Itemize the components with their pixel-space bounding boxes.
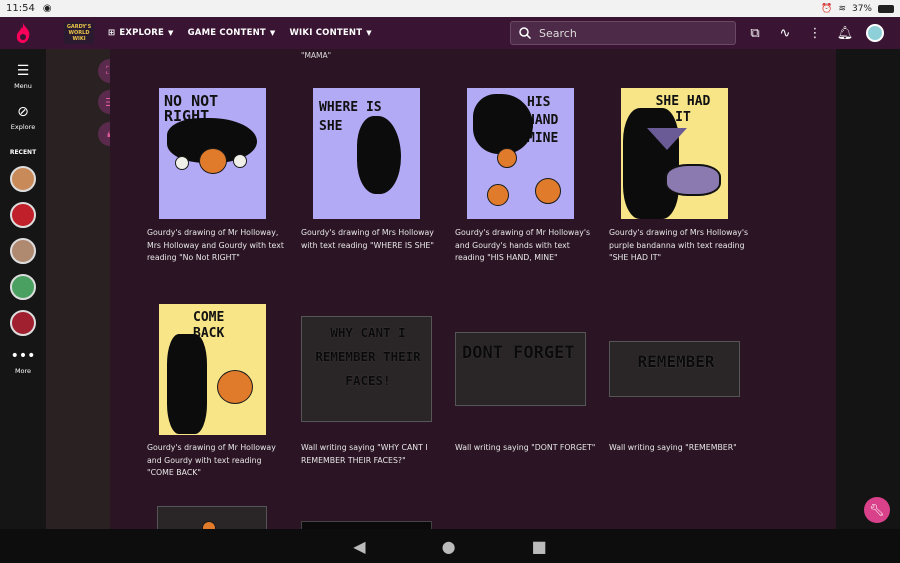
recent-wiki-avatar[interactable] [10, 274, 36, 300]
nav-game-content[interactable]: GAME CONTENT ▼ [188, 28, 276, 38]
rail-menu-label: Menu [14, 82, 32, 90]
activity-icon[interactable]: ∿ [770, 26, 800, 41]
more-options-icon[interactable]: ⋮ [800, 26, 830, 41]
wrench-tools-icon[interactable]: 🔧︎ [864, 497, 890, 523]
gallery-caption: Gourdy's drawing of Mrs Holloway with te… [301, 228, 434, 250]
recent-wiki-avatar[interactable] [10, 238, 36, 264]
status-time: 11:54 [6, 3, 35, 14]
gallery-image-partial[interactable] [301, 521, 432, 529]
gallery-image-partial[interactable] [157, 506, 267, 529]
gallery-caption: Gourdy's drawing of Mr Holloway and Gour… [147, 443, 276, 477]
art-text: DONT FORGET [462, 343, 575, 363]
top-navigation: GARDY'S WORLD WIKI ⊞ EXPLORE ▼ GAME CONT… [0, 17, 900, 49]
art-text: REMEMBER [637, 352, 715, 371]
rail-more-label: More [14, 367, 32, 375]
gallery-caption: Wall writing saying "DONT FORGET" [455, 443, 596, 452]
gallery-image-she-had-it[interactable]: SHE HAD IT [621, 88, 728, 219]
gallery-image-come-back[interactable]: COME BACK [159, 304, 266, 435]
art-text: COME BACK [193, 310, 225, 341]
gallery-caption: Gourdy's drawing of Mrs Holloway's purpl… [609, 228, 749, 262]
wifi-icon: ≋ [838, 3, 846, 14]
gallery-caption: Gourdy's drawing of Mr Holloway, Mrs Hol… [147, 228, 284, 262]
gallery-image-remember[interactable]: REMEMBER [609, 341, 740, 397]
chevron-down-icon: ▼ [269, 29, 276, 37]
nav-wiki-content[interactable]: WIKI CONTENT ▼ [289, 28, 371, 38]
home-icon[interactable]: ● [442, 537, 456, 556]
gallery-image-his-hand-mine[interactable]: HIS HAND MINE [467, 88, 574, 219]
gallery-image-no-not-right[interactable]: NO NOT RIGHT [159, 88, 266, 219]
search-icon [519, 27, 531, 39]
search-input[interactable]: Search [510, 21, 736, 45]
discussions-icon[interactable]: ⧉ [740, 26, 770, 41]
art-text: HIS HAND MINE [527, 95, 559, 146]
notification-icon: ◉ [42, 3, 52, 14]
recent-heading: RECENT [9, 149, 37, 156]
rail-menu[interactable]: ☰ Menu [0, 63, 46, 90]
notifications-bell-icon[interactable]: 🔔︎ [830, 26, 860, 41]
gallery-image-why-cant-i-remember[interactable]: WHY CANT I REMEMBER THEIR FACES! [301, 316, 432, 422]
explore-icon: ⊞ [108, 28, 116, 38]
recent-wiki-avatar[interactable] [10, 310, 36, 336]
chevron-down-icon: ▼ [168, 29, 174, 37]
chevron-down-icon: ▼ [366, 29, 372, 37]
compass-icon: ⊘ [17, 104, 29, 120]
rail-explore-label: Explore [10, 123, 36, 131]
android-navigation-bar: ◀ ● ■ [0, 529, 900, 563]
android-status-bar: 11:54 ◉ ⏰ ≋ 37% [0, 0, 900, 17]
art-text: WHY CANT I REMEMBER THEIR FACES! [315, 325, 421, 388]
search-placeholder: Search [539, 26, 577, 40]
battery-icon [878, 4, 894, 13]
battery-percent: 37% [851, 3, 872, 14]
gallery-caption: Gourdy's drawing of Mr Holloway's and Go… [455, 228, 591, 262]
rail-more[interactable]: ••• More [0, 348, 46, 375]
back-icon[interactable]: ◀ [353, 537, 365, 556]
gallery-image-dont-forget[interactable]: DONT FORGET [455, 332, 586, 406]
left-rail: ☰ Menu ⊘ Explore RECENT ••• More [0, 49, 46, 529]
user-avatar[interactable] [866, 24, 884, 42]
gallery-image-where-is-she[interactable]: WHERE IS SHE [313, 88, 420, 219]
recent-wiki-avatar[interactable] [10, 166, 36, 192]
nav-explore-label: EXPLORE [119, 28, 165, 38]
nav-explore[interactable]: ⊞ EXPLORE ▼ [108, 28, 174, 38]
gallery-caption: Wall writing saying "WHY CANT I REMEMBER… [301, 443, 428, 465]
recent-wiki-avatar[interactable] [10, 202, 36, 228]
hamburger-menu-icon: ☰ [16, 63, 30, 79]
page-background-left [46, 49, 110, 529]
fandom-flame-icon[interactable] [0, 17, 46, 49]
wiki-logo[interactable]: GARDY'S WORLD WIKI [64, 22, 94, 44]
gallery-caption: Wall writing saying "REMEMBER" [609, 443, 737, 452]
nav-game-content-label: GAME CONTENT [187, 28, 266, 38]
page-background-right [836, 49, 900, 529]
partial-caption: "MAMA" [301, 51, 332, 60]
nav-wiki-content-label: WIKI CONTENT [289, 28, 363, 38]
rail-explore[interactable]: ⊘ Explore [0, 104, 46, 131]
alarm-icon: ⏰ [821, 3, 833, 14]
more-dots-icon: ••• [10, 348, 36, 364]
recents-icon[interactable]: ■ [532, 537, 547, 556]
